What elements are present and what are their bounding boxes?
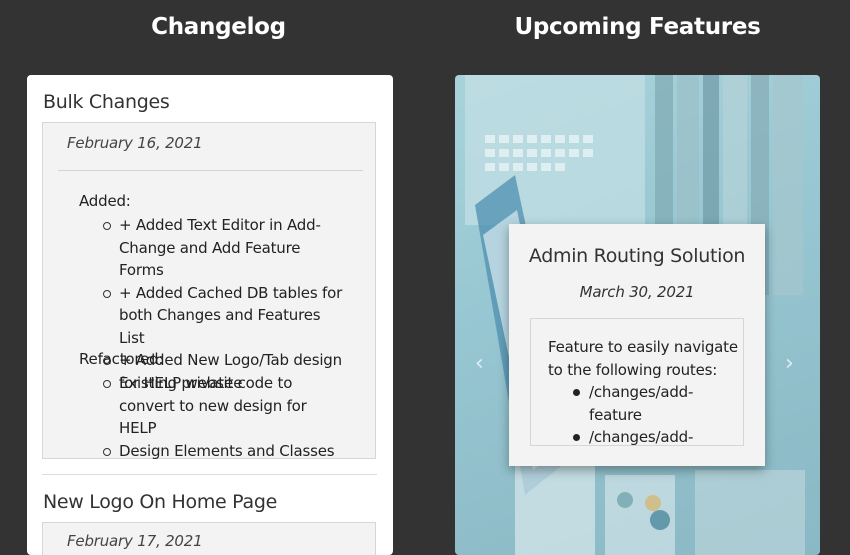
feature-description: Feature to easily navigate to the follow…: [548, 338, 738, 379]
list-item: + Added Cached DB tables for both Change…: [103, 282, 343, 350]
list-item: /changes/add-: [573, 426, 713, 445]
changelog-heading: Changelog: [151, 14, 286, 40]
section-label-refactored: Refactored:: [79, 350, 164, 368]
list-item: Existing private code to convert to new …: [103, 372, 343, 440]
list-item: /changes/add-feature: [573, 381, 713, 426]
circle-bullet-icon: [103, 447, 111, 456]
carousel-next-icon[interactable]: ›: [785, 351, 794, 376]
circle-bullet-icon: [103, 222, 111, 230]
list-item: Design Elements and Classes: [103, 440, 343, 463]
feature-description-box: Feature to easily navigate to the follow…: [530, 318, 744, 446]
route-list: /changes/add-feature /changes/add-: [573, 381, 713, 445]
circle-bullet-icon: [103, 289, 111, 298]
section-label-added: Added:: [79, 192, 131, 210]
bullet-icon: [573, 434, 580, 441]
changelog-entry-title: Bulk Changes: [43, 91, 170, 113]
feature-date: March 30, 2021: [579, 283, 695, 301]
changelog-entry-title: New Logo On Home Page: [43, 491, 277, 513]
upcoming-features-heading: Upcoming Features: [514, 14, 761, 40]
changelog-card: Bulk Changes February 16, 2021 Added: + …: [27, 75, 393, 555]
carousel-prev-icon[interactable]: ‹: [475, 351, 484, 376]
circle-bullet-icon: [103, 380, 111, 388]
changelog-entry-body: February 16, 2021 Added: + Added Text Ed…: [42, 122, 376, 462]
changelog-entry-date: February 17, 2021: [67, 532, 203, 550]
feature-card: Admin Routing Solution March 30, 2021 Fe…: [509, 224, 765, 466]
changelog-entry-date: February 16, 2021: [67, 134, 203, 152]
entry-divider: [42, 474, 377, 475]
changelog-entry-body: February 17, 2021: [42, 522, 376, 555]
feature-title: Admin Routing Solution: [528, 245, 746, 267]
date-divider: [58, 170, 363, 171]
refactored-list: Existing private code to convert to new …: [103, 372, 343, 462]
bullet-icon: [573, 389, 580, 396]
list-item: + Added Text Editor in Add-Change and Ad…: [103, 214, 343, 282]
